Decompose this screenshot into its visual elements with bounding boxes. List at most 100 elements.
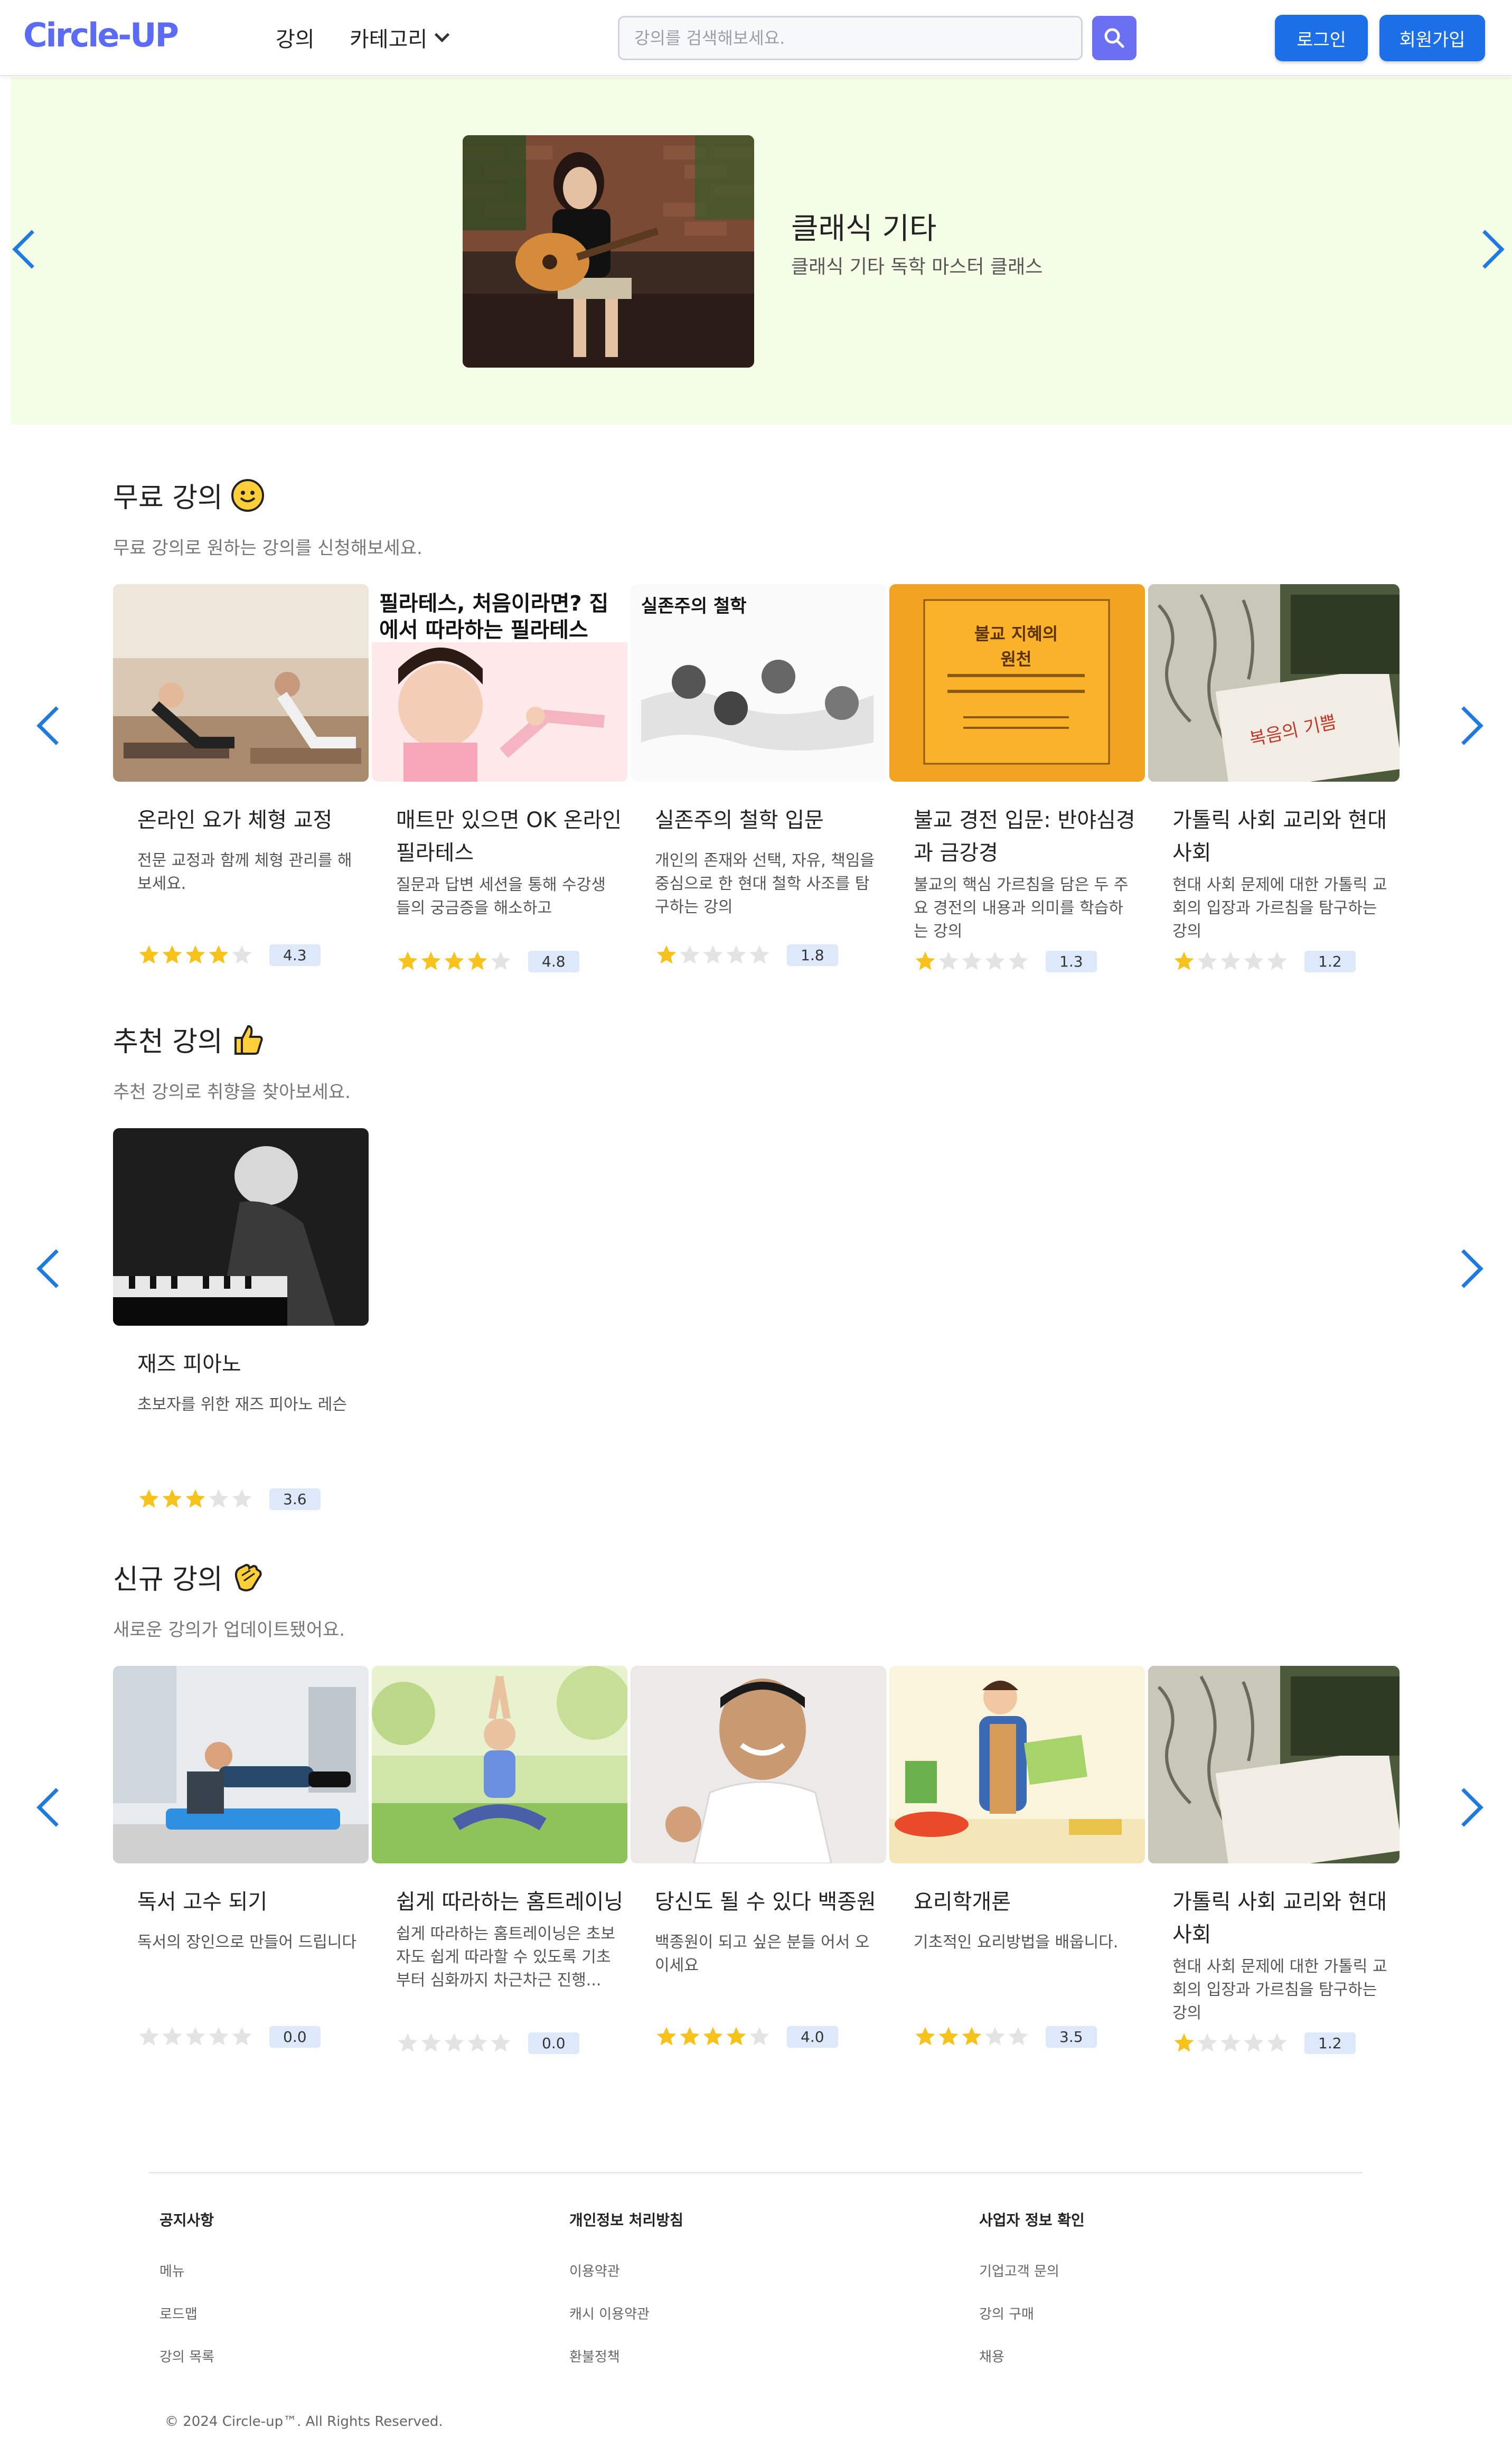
footer-link[interactable]: 기업고객 문의 (979, 2261, 1085, 2280)
course-card[interactable]: 가톨릭 사회 교리와 현대 사회 현대 사회 문제에 대한 가톨릭 교회의 입장… (1148, 1666, 1400, 2054)
course-description: 개인의 존재와 선택, 자유, 책임을 중심으로 한 현대 철학 사조를 탐구하… (655, 851, 875, 916)
course-thumbnail[interactable] (631, 1666, 886, 1863)
rating-badge: 3.5 (1046, 2026, 1097, 2048)
free-next-arrow-icon[interactable] (1444, 706, 1483, 745)
course-card[interactable]: 요리학개론 기초적인 요리방법을 배웁니다. 3.5 (889, 1666, 1145, 2048)
footer-link[interactable]: 메뉴 (159, 2261, 214, 2280)
new-prev-arrow-icon[interactable] (36, 1788, 76, 1827)
footer-link[interactable]: 이용약관 (569, 2261, 683, 2280)
hero-title[interactable]: 클래식 기타 (791, 205, 936, 248)
star-icon (491, 2033, 511, 2052)
login-button[interactable]: 로그인 (1275, 15, 1368, 61)
course-card[interactable]: 쉽게 따라하는 홈트레이닝 쉽게 따라하는 홈트레이닝은 초보자도 쉽게 따라할… (372, 1666, 627, 2054)
star-icon (232, 1489, 252, 1508)
course-description: 백종원이 되고 싶은 분들 어서 오이세요 (655, 1933, 870, 1975)
course-title[interactable]: 가톨릭 사회 교리와 현대 사회 (1148, 804, 1404, 869)
new-section-title: 신규 강의 (113, 1557, 264, 1597)
course-description: 현대 사회 문제에 대한 가톨릭 교회의 입장과 가르침을 탐구하는 강의 (1172, 876, 1387, 941)
course-card[interactable]: 복음의 기쁨 가톨릭 사회 교리와 현대 사회 현대 사회 문제에 대한 가톨릭… (1148, 584, 1400, 972)
footer-link[interactable]: 강의 구매 (979, 2303, 1085, 2323)
footer-link[interactable]: 캐시 이용약관 (569, 2303, 683, 2323)
course-thumbnail[interactable]: 실존주의 철학 (631, 584, 886, 782)
star-icon (703, 945, 723, 964)
course-title[interactable]: 독서 고수 되기 (113, 1886, 369, 1918)
new-section-subtitle: 새로운 강의가 업데이트됐어요. (113, 1619, 345, 1641)
course-title[interactable]: 온라인 요가 체형 교정 (113, 804, 369, 837)
footer-heading[interactable]: 개인정보 처리방침 (569, 2209, 683, 2230)
nav-lectures[interactable]: 강의 (276, 22, 315, 53)
course-card[interactable]: 독서 고수 되기 독서의 장인으로 만들어 드립니다 0.0 (113, 1666, 369, 2048)
star-icon (467, 2033, 487, 2052)
course-card[interactable]: 재즈 피아노 초보자를 위한 재즈 피아노 레슨 3.6 (113, 1128, 369, 1510)
rating-badge: 4.3 (269, 944, 321, 966)
footer-link[interactable]: 로드맵 (159, 2303, 214, 2323)
course-rating: 1.3 (914, 950, 1097, 973)
star-icon (962, 951, 982, 970)
course-thumbnail[interactable] (889, 1666, 1145, 1863)
search-input[interactable] (618, 16, 1083, 60)
course-title[interactable]: 가톨릭 사회 교리와 현대 사회 (1148, 1886, 1404, 1951)
star-icon (444, 2033, 464, 2052)
star-icon (1197, 951, 1217, 970)
footer-heading[interactable]: 공지사항 (159, 2209, 214, 2230)
signup-button[interactable]: 회원가입 (1379, 15, 1485, 61)
course-thumbnail[interactable]: 필라테스, 처음이라면? 집에서 따라하는 필라테스 (372, 584, 627, 782)
course-thumbnail[interactable]: 불교 지혜의 원천 (889, 584, 1145, 782)
search-button[interactable] (1092, 16, 1137, 60)
star-icon (1244, 951, 1264, 970)
free-prev-arrow-icon[interactable] (36, 706, 76, 745)
course-thumbnail[interactable] (113, 1666, 369, 1863)
course-title[interactable]: 실존주의 철학 입문 (631, 804, 886, 837)
star-icon (1174, 2033, 1194, 2052)
star-icon (1267, 951, 1287, 970)
course-card[interactable]: 온라인 요가 체형 교정 전문 교정과 함께 체형 관리를 해보세요. 4.3 (113, 584, 369, 966)
star-icon (467, 951, 487, 970)
star-icon (232, 945, 252, 964)
course-thumbnail[interactable]: 복음의 기쁨 (1148, 584, 1400, 782)
smile-emoji-icon (231, 479, 264, 512)
course-rating: 1.2 (1172, 950, 1356, 973)
course-thumbnail[interactable] (113, 1128, 369, 1326)
hero-image[interactable] (463, 135, 754, 368)
nav-category[interactable]: 카테고리 (350, 22, 450, 53)
course-title[interactable]: 매트만 있으면 OK 온라인 필라테스 (372, 804, 627, 869)
logo[interactable]: Circle-UP (23, 16, 179, 54)
star-icon (185, 945, 205, 964)
star-icon (139, 1489, 159, 1508)
course-card[interactable]: 당신도 될 수 있다 백종원 백종원이 되고 싶은 분들 어서 오이세요 4.0 (631, 1666, 886, 2048)
course-card[interactable]: 실존주의 철학 실존주의 철학 입문 개인의 존재와 선택, 자유, 책임을 중… (631, 584, 886, 966)
course-card[interactable]: 불교 지혜의 원천 불교 경전 입문: 반야심경과 금강경 불교의 핵심 가르침… (889, 584, 1145, 972)
star-icon (162, 1489, 182, 1508)
footer-link[interactable]: 채용 (979, 2346, 1085, 2366)
course-title[interactable]: 당신도 될 수 있다 백종원 (631, 1886, 886, 1918)
new-next-arrow-icon[interactable] (1444, 1788, 1483, 1827)
footer-heading[interactable]: 사업자 정보 확인 (979, 2209, 1085, 2230)
new-section-title-text: 신규 강의 (113, 1564, 223, 1596)
course-card[interactable]: 필라테스, 처음이라면? 집에서 따라하는 필라테스 매트만 있으면 OK 온라… (372, 584, 627, 972)
star-icon (209, 945, 229, 964)
free-section-title: 무료 강의 (113, 475, 264, 515)
thumbnail-caption: 불교 지혜의 원천 (974, 624, 1058, 669)
course-rating: 4.8 (396, 950, 579, 973)
star-icon (209, 2027, 229, 2046)
course-title[interactable]: 재즈 피아노 (113, 1348, 369, 1381)
star-icon (749, 945, 769, 964)
course-title[interactable]: 요리학개론 (889, 1886, 1145, 1918)
star-icon (209, 1489, 229, 1508)
footer-link[interactable]: 환불정책 (569, 2346, 683, 2366)
footer-link[interactable]: 강의 목록 (159, 2346, 214, 2366)
star-icon (985, 951, 1005, 970)
recommended-section-title-text: 추천 강의 (113, 1026, 223, 1058)
course-title[interactable]: 불교 경전 입문: 반야심경과 금강경 (889, 804, 1145, 869)
recommended-prev-arrow-icon[interactable] (36, 1249, 76, 1288)
star-icon (985, 2027, 1005, 2046)
course-rating: 4.0 (655, 2025, 838, 2048)
star-icon (398, 951, 418, 970)
course-thumbnail[interactable] (372, 1666, 627, 1863)
course-title[interactable]: 쉽게 따라하는 홈트레이닝 (372, 1886, 627, 1918)
recommended-next-arrow-icon[interactable] (1444, 1249, 1483, 1288)
course-rating: 1.2 (1172, 2031, 1356, 2055)
course-thumbnail[interactable] (113, 584, 369, 782)
course-thumbnail[interactable] (1148, 1666, 1400, 1863)
star-icon (1220, 2033, 1241, 2052)
